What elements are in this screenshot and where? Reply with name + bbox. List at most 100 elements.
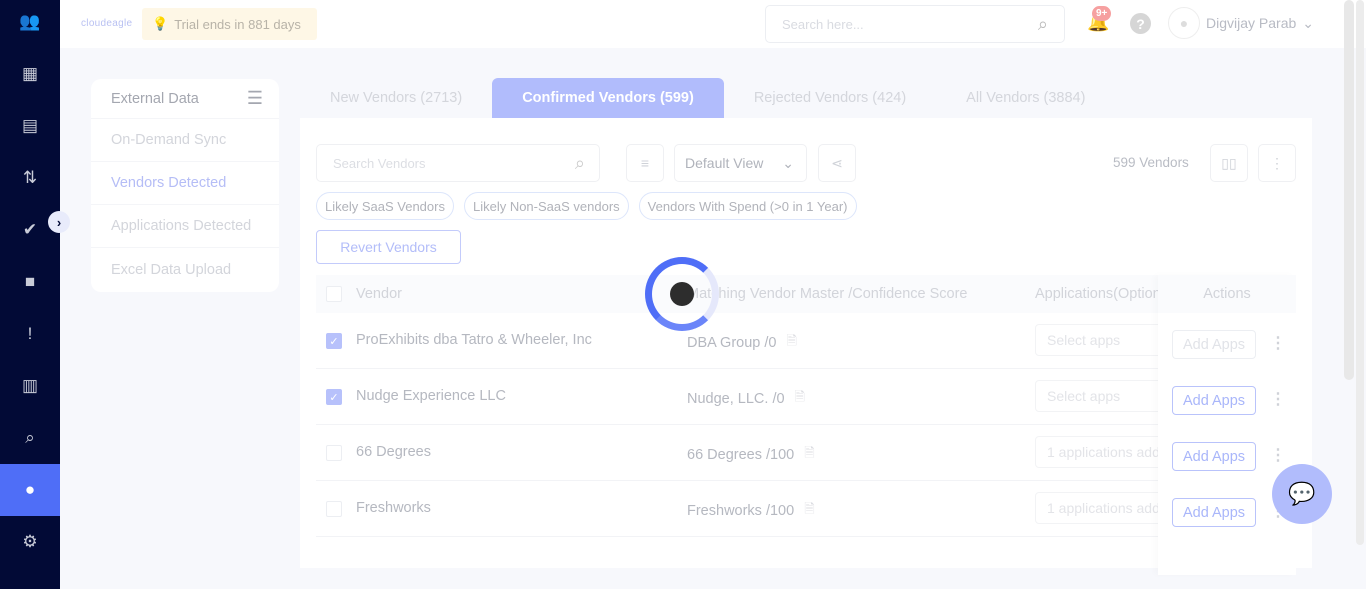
row-kebab-icon[interactable]: ⋮: [1270, 445, 1286, 465]
document-info-icon[interactable]: 🗎: [804, 444, 814, 466]
vendor-name: ProExhibits dba Tatro & Wheeler, Inc: [356, 332, 592, 348]
share-button[interactable]: ⋖: [818, 144, 856, 182]
matching-vendor: DBA Group /0 🗎: [687, 332, 797, 354]
vendor-search-input[interactable]: Search Vendors ⌕: [316, 144, 600, 182]
document-info-icon[interactable]: 🗎: [786, 332, 796, 354]
logo: cloudeagle: [81, 18, 133, 29]
trial-text: Trial ends in 881 days: [174, 16, 301, 32]
document-info-icon[interactable]: 🗎: [804, 500, 814, 522]
vendor-name: Nudge Experience LLC: [356, 388, 506, 404]
col-match[interactable]: Matching Vendor Master /Confidence Score: [687, 286, 967, 302]
table-row: ✓ ProExhibits dba Tatro & Wheeler, Inc D…: [316, 313, 1296, 369]
revert-vendors-button[interactable]: Revert Vendors: [316, 230, 461, 264]
match-score: Freshworks /100: [687, 503, 795, 519]
kebab-icon: ⋮: [1270, 154, 1284, 171]
tab-rejected-vendors[interactable]: Rejected Vendors (424): [724, 78, 936, 118]
row-kebab-icon[interactable]: ⋮: [1270, 333, 1286, 353]
vendor-count: 599 Vendors: [1113, 155, 1189, 170]
chevron-down-icon: ⌄: [1302, 14, 1314, 31]
vendor-search-placeholder: Search Vendors: [333, 155, 426, 171]
trial-banner: 💡 Trial ends in 881 days: [142, 8, 317, 40]
view-select[interactable]: Default View ⌄: [674, 144, 807, 182]
share-icon: ⋖: [831, 154, 843, 171]
subnav-title: External Data ☰: [91, 79, 279, 119]
folder-icon[interactable]: ■: [0, 256, 60, 308]
applications-select[interactable]: 1 applications added: [1035, 492, 1165, 524]
spinner-center: [670, 282, 694, 306]
search-icon: ⌕: [1037, 13, 1048, 34]
col-vendor[interactable]: Vendor: [356, 286, 402, 302]
more-options-button[interactable]: ⋮: [1258, 144, 1296, 182]
match-score: 66 Degrees /100: [687, 447, 795, 463]
matching-vendor: Freshworks /100 🗎: [687, 500, 815, 522]
user-menu[interactable]: ● Digvijay Parab ⌄: [1168, 7, 1314, 39]
matching-vendor: Nudge, LLC. /0 🗎: [687, 388, 805, 410]
match-score: Nudge, LLC. /0: [687, 391, 785, 407]
row-checkbox[interactable]: ✓: [326, 333, 342, 349]
search-icon: ⌕: [574, 152, 585, 173]
add-apps-button[interactable]: Add Apps: [1172, 442, 1256, 471]
chip-likely-saas[interactable]: Likely SaaS Vendors: [316, 192, 454, 220]
table-header: Vendor Matching Vendor Master /Confidenc…: [316, 275, 1296, 313]
expand-sidebar-button[interactable]: ›: [48, 211, 70, 233]
table-row: Freshworks Freshworks /100 🗎 1 applicatio…: [316, 481, 1296, 537]
subnav-item-applications-detected[interactable]: Applications Detected: [91, 205, 279, 248]
chip-likely-non-saas[interactable]: Likely Non-SaaS vendors: [463, 192, 629, 220]
tab-all-vendors[interactable]: All Vendors (3884): [936, 78, 1115, 118]
page-scrollbar-track[interactable]: [1356, 0, 1364, 545]
document-icon[interactable]: ▤: [0, 100, 60, 152]
row-checkbox[interactable]: [326, 445, 342, 461]
subnav-item-vendors-detected[interactable]: Vendors Detected: [91, 162, 279, 205]
filter-chips: Likely SaaS Vendors Likely Non-SaaS vend…: [316, 192, 857, 220]
users-icon[interactable]: 👥: [0, 0, 60, 48]
user-card-icon[interactable]: ●: [0, 464, 60, 516]
col-actions: Actions: [1158, 275, 1296, 313]
add-column-button[interactable]: ▯▯: [1210, 144, 1248, 182]
folder-search-icon[interactable]: ⌕: [0, 412, 60, 464]
applications-select[interactable]: Select apps: [1035, 380, 1165, 412]
global-search-input[interactable]: Search here... ⌕: [765, 5, 1065, 43]
matching-vendor: 66 Degrees /100 🗎: [687, 444, 815, 466]
col-applications[interactable]: Applications(Optional): [1035, 286, 1165, 302]
building-icon[interactable]: ▥: [0, 360, 60, 412]
vendor-name: 66 Degrees: [356, 444, 431, 460]
dashboard-icon[interactable]: ▦: [0, 48, 60, 100]
workflow-icon[interactable]: ⇅: [0, 152, 60, 204]
applications-select[interactable]: Select apps: [1035, 324, 1165, 356]
user-settings-icon[interactable]: ⚙: [0, 516, 60, 568]
applications-select[interactable]: 1 applications added: [1035, 436, 1165, 468]
filter-button[interactable]: ≡: [626, 144, 664, 182]
table-row: 66 Degrees 66 Degrees /100 🗎 1 applicatio…: [316, 425, 1296, 481]
document-info-icon[interactable]: 🗎: [795, 388, 805, 410]
alert-list-icon[interactable]: !: [0, 308, 60, 360]
match-score: DBA Group /0: [687, 335, 777, 351]
add-apps-button[interactable]: Add Apps: [1172, 498, 1256, 527]
vendor-name: Freshworks: [356, 500, 431, 516]
add-apps-button[interactable]: Add Apps: [1172, 386, 1256, 415]
subnav-item-excel-data-upload[interactable]: Excel Data Upload: [91, 248, 279, 291]
top-bar: cloudeagle 💡 Trial ends in 881 days Searc…: [60, 0, 1366, 48]
chat-button[interactable]: 💬: [1272, 464, 1332, 524]
subnav-title-text: External Data: [111, 90, 199, 107]
tab-confirmed-vendors[interactable]: Confirmed Vendors (599): [492, 78, 724, 118]
chip-vendors-with-spend[interactable]: Vendors With Spend (>0 in 1 Year): [638, 192, 857, 220]
row-checkbox[interactable]: ✓: [326, 389, 342, 405]
vendor-tabs: New Vendors (2713) Confirmed Vendors (59…: [300, 78, 1115, 118]
help-icon[interactable]: ?: [1130, 13, 1151, 34]
menu-icon[interactable]: ☰: [247, 88, 263, 109]
view-select-value: Default View: [685, 155, 764, 171]
lightbulb-icon: 💡: [152, 16, 169, 31]
row-checkbox[interactable]: [326, 501, 342, 517]
page-scrollbar-thumb[interactable]: [1344, 0, 1354, 380]
avatar: ●: [1168, 7, 1200, 39]
add-apps-button[interactable]: Add Apps: [1172, 330, 1256, 359]
actions-column: Actions Add Apps ⋮ Add Apps ⋮ Add Apps ⋮ Add A…: [1158, 275, 1296, 575]
select-all-checkbox[interactable]: [326, 286, 342, 302]
tab-new-vendors[interactable]: New Vendors (2713): [300, 78, 492, 118]
external-data-nav: External Data ☰ On-Demand Sync Vendors De…: [91, 79, 279, 292]
table-row: ✓ Nudge Experience LLC Nudge, LLC. /0 🗎 S…: [316, 369, 1296, 425]
row-kebab-icon[interactable]: ⋮: [1270, 389, 1286, 409]
notification-badge: 9+: [1092, 6, 1112, 21]
vendors-panel: Search Vendors ⌕ ≡ Default View ⌄ ⋖ 599 Ve…: [300, 118, 1312, 575]
subnav-item-on-demand-sync[interactable]: On-Demand Sync: [91, 119, 279, 162]
